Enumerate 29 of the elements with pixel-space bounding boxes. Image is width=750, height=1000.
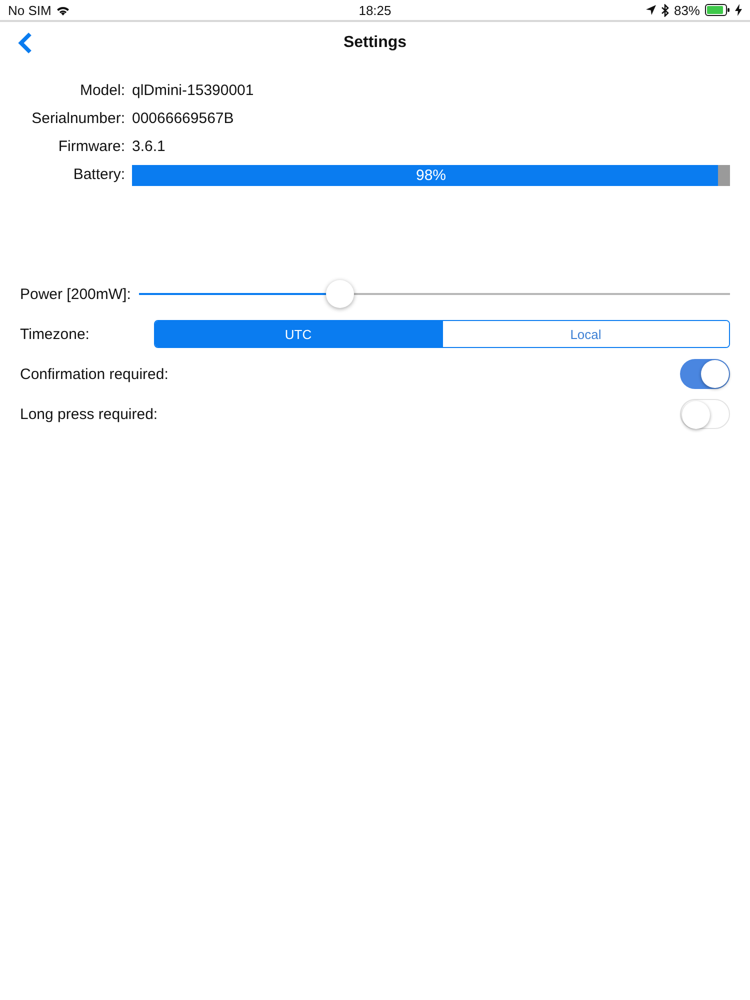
- timezone-segment[interactable]: Local: [442, 321, 729, 347]
- info-value: qlDmini-15390001: [132, 81, 255, 101]
- power-label: Power [200mW]:: [20, 286, 131, 302]
- page-title: Settings: [343, 34, 407, 52]
- wifi-icon: [56, 4, 70, 16]
- timezone-label: Timezone:: [20, 326, 90, 342]
- power-slider[interactable]: [138, 279, 730, 309]
- toggle-label: Confirmation required:: [20, 366, 170, 382]
- status-time: 18:25: [358, 2, 392, 18]
- battery-reading: 98%: [414, 166, 448, 186]
- toggle-label: Long press required:: [20, 406, 159, 422]
- info-value: 3.6.1: [132, 137, 166, 157]
- back-button[interactable]: [18, 32, 32, 54]
- info-label: Battery:: [72, 165, 125, 185]
- info-label: Serialnumber:: [30, 109, 125, 129]
- charging-bolt-icon: [735, 4, 742, 16]
- slider-thumb[interactable]: [326, 280, 354, 308]
- carrier-label: No SIM: [8, 2, 52, 18]
- chevron-left-icon: [18, 32, 32, 54]
- info-label: Firmware:: [57, 137, 125, 157]
- info-value: 00066669567B: [132, 109, 235, 129]
- battery-icon: [705, 4, 730, 16]
- timezone-segment[interactable]: UTC: [155, 321, 442, 347]
- info-label: Model:: [78, 81, 125, 101]
- toggle-switch[interactable]: [680, 359, 730, 389]
- bluetooth-icon: [660, 4, 669, 16]
- battery-percent: 83%: [674, 2, 700, 18]
- toggle-switch[interactable]: [680, 399, 730, 429]
- location-arrow-icon: [646, 5, 656, 15]
